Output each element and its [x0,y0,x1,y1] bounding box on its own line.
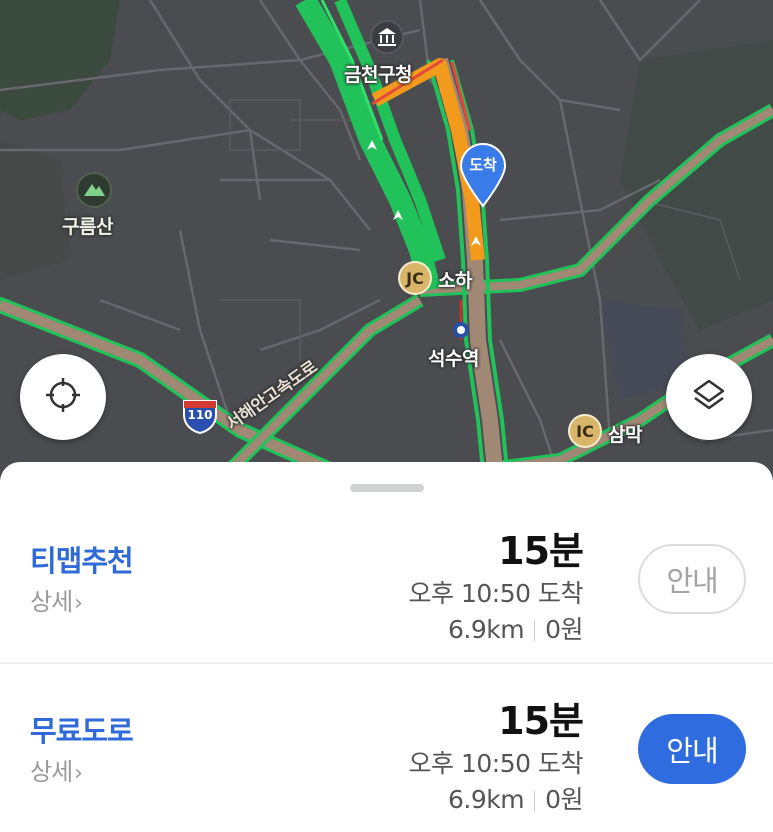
layers-button[interactable] [666,354,752,440]
locate-button[interactable] [20,354,106,440]
map-view[interactable]: 금천구청 구름산 도착 JC 소하 석수역 IC 삼막 110 서해안고속도로 [0,0,773,480]
crosshair-icon [43,375,83,419]
route-toll: 0원 [545,785,583,814]
route-toll: 0원 [545,615,583,644]
destination-pin[interactable]: 도착 [458,142,508,208]
jc-badge: JC [398,261,432,295]
guide-button[interactable]: 안내 [638,544,746,614]
mountain-icon [76,172,112,208]
highway-shield-icon: 110 [181,397,219,435]
route-duration: 15분 [498,699,584,743]
route-option[interactable]: 무료도로 상세› 15분 오후 10:50 도착 6.9km 0원 안내 [0,662,773,832]
highway-shield-label: 110 [187,408,213,422]
route-detail-label: 상세 [30,758,73,786]
label-mountain: 구름산 [62,216,113,238]
route-arrival: 오후 10:50 도착 [408,749,584,778]
destination-pin-label: 도착 [469,156,497,174]
route-meta: 6.9km 0원 [448,610,583,646]
route-arrival: 오후 10:50 도착 [408,579,584,608]
meta-divider [534,621,536,641]
route-detail-link[interactable]: 상세› [30,582,83,617]
route-distance: 6.9km [448,785,525,814]
station-marker [453,322,469,338]
meta-divider [534,791,536,811]
route-sheet: 티맵추천 상세› 15분 오후 10:50 도착 6.9km 0원 안내 무료도로… [0,462,773,815]
label-ic-sammak: 삼막 [608,424,642,446]
layers-icon [689,375,729,419]
route-detail-link[interactable]: 상세› [30,752,83,787]
guide-button[interactable]: 안내 [638,714,746,784]
ic-badge: IC [568,414,602,448]
label-station: 석수역 [428,348,479,370]
route-meta: 6.9km 0원 [448,780,583,816]
route-distance: 6.9km [448,615,525,644]
route-detail-label: 상세 [30,588,73,616]
chevron-right-icon: › [74,761,83,786]
route-name: 무료도로 [30,714,134,748]
route-name: 티맵추천 [30,544,134,578]
route-option[interactable]: 티맵추천 상세› 15분 오후 10:50 도착 6.9km 0원 안내 [0,492,773,662]
sheet-drag-handle[interactable] [350,484,424,492]
label-district-office: 금천구청 [344,64,412,86]
label-junction-soha: 소하 [438,270,472,292]
museum-icon [370,20,404,54]
chevron-right-icon: › [74,591,83,616]
route-duration: 15분 [498,529,584,573]
